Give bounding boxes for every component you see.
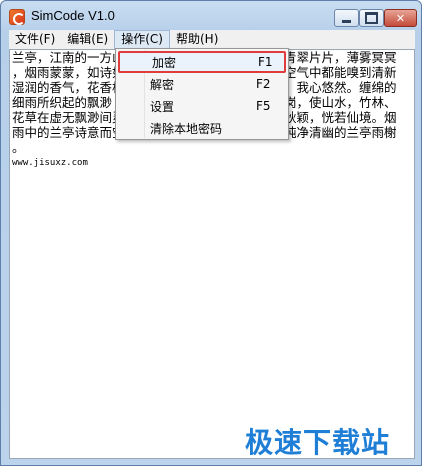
text-line: 。 [12,140,25,155]
close-button[interactable]: ✕ [384,9,417,27]
app-window: SimCode V1.0 ✕ 文件(F) 编辑(E) 操作(C) 帮助(H) 兰… [0,0,422,466]
menu-bar: 文件(F) 编辑(E) 操作(C) 帮助(H) [9,30,415,49]
menu-help[interactable]: 帮助(H) [170,30,224,49]
watermark-logo: 极速下载站 [245,426,391,459]
title-bar[interactable]: SimCode V1.0 ✕ [1,1,421,31]
menu-operate[interactable]: 操作(C) [114,30,170,49]
window-title: SimCode V1.0 [31,8,115,23]
menu-item-decrypt[interactable]: 解密 F2 [118,73,286,95]
minimize-button[interactable] [334,9,359,27]
menu-item-encrypt[interactable]: 加密 F1 [118,51,286,73]
operate-menu-dropdown: 加密 F1 解密 F2 设置 F5 清除本地密码 [115,48,289,140]
url-text: www.jisuxz.com [12,158,88,168]
menu-file[interactable]: 文件(F) [9,30,61,49]
menu-item-clear-local-password[interactable]: 清除本地密码 [118,117,286,139]
app-icon [9,9,25,25]
menu-edit[interactable]: 编辑(E) [61,30,114,49]
maximize-button[interactable] [359,9,384,27]
menu-item-settings[interactable]: 设置 F5 [118,95,286,117]
